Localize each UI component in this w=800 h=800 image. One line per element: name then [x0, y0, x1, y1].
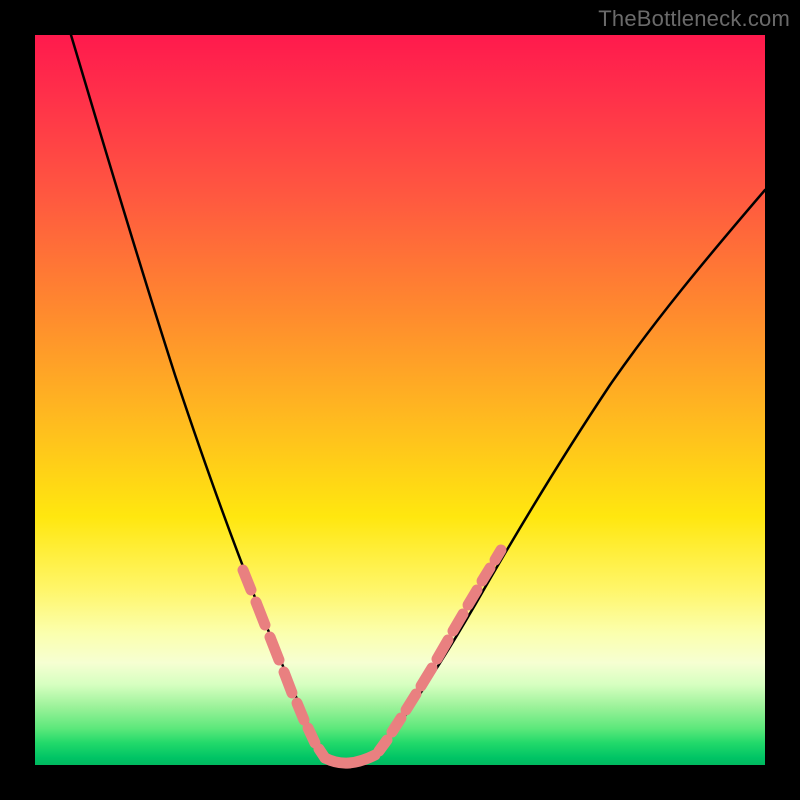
plot-area: [35, 35, 765, 765]
overlay-left-branch: [243, 570, 325, 758]
chart-frame: TheBottleneck.com: [0, 0, 800, 800]
overlay-bottom-flat: [325, 755, 375, 763]
bottleneck-curve: [71, 35, 765, 764]
overlay-right-branch: [379, 550, 501, 751]
bottleneck-curve-svg: [35, 35, 765, 765]
watermark-text: TheBottleneck.com: [598, 6, 790, 32]
